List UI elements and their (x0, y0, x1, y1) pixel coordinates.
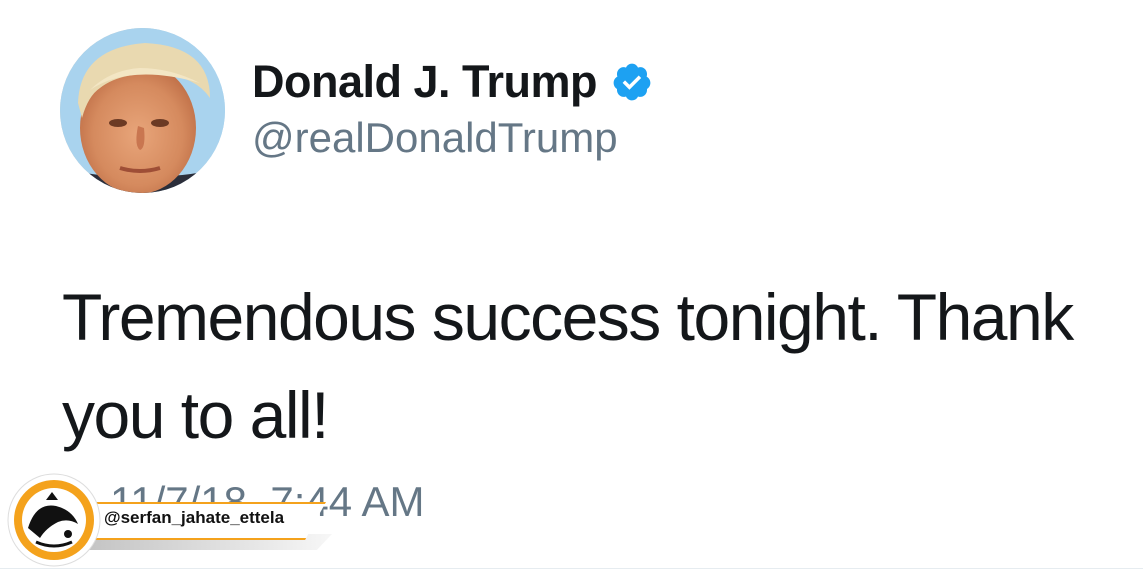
author-handle[interactable]: @realDonaldTrump (252, 114, 653, 162)
profile-avatar[interactable] (60, 28, 225, 193)
author-name-row: Donald J. Trump (252, 56, 653, 108)
tweet-text: Tremendous success tonight. Thank you to… (62, 268, 1122, 464)
channel-logo-icon (7, 473, 101, 567)
tweet-text-line: you to all! (62, 378, 330, 452)
avatar-portrait-icon (60, 28, 225, 193)
author-display-name[interactable]: Donald J. Trump (252, 56, 598, 108)
bottom-divider (0, 568, 1143, 569)
verified-badge-icon (613, 63, 651, 101)
tweet-text-line: Tremendous success tonight. Thank (62, 280, 1074, 354)
watermark: @serfan_jahate_ettela (0, 468, 340, 568)
watermark-handle: @serfan_jahate_ettela (104, 508, 285, 527)
tweet-author: Donald J. Trump @realDonaldTrump (252, 56, 653, 162)
